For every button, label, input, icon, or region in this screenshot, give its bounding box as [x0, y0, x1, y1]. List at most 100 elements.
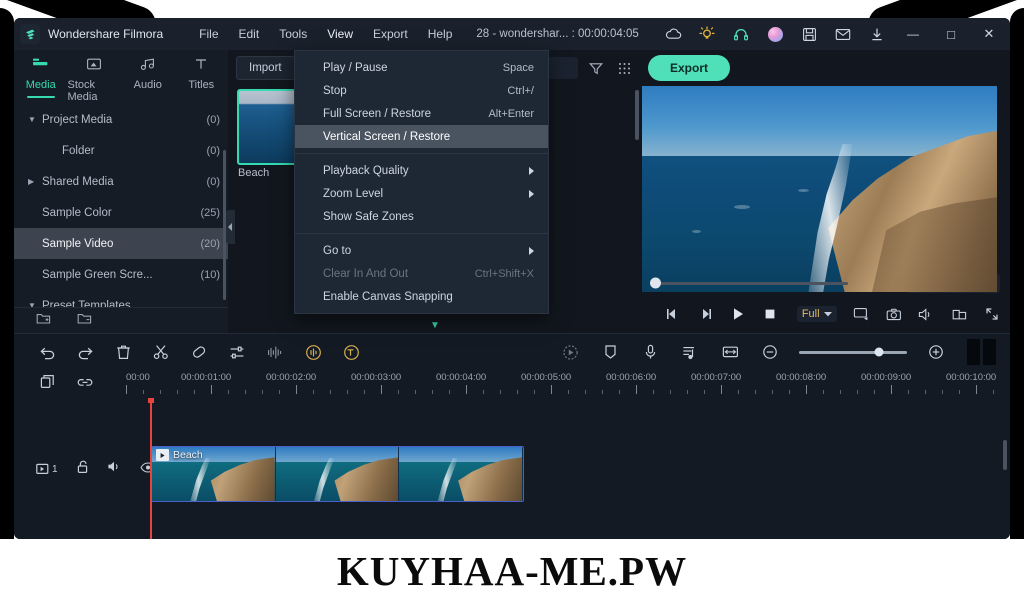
zoom-slider[interactable] — [799, 347, 907, 357]
tab-media[interactable]: Media — [14, 54, 68, 98]
headset-support-icon[interactable] — [724, 18, 758, 50]
menu-item-playback-quality[interactable]: Playback Quality — [295, 159, 548, 182]
close-button[interactable]: ✕ — [970, 18, 1008, 50]
playhead-knob[interactable] — [650, 277, 661, 289]
zoom-in-icon[interactable] — [917, 334, 955, 370]
tab-audio-label: Audio — [133, 79, 162, 91]
stop-button[interactable] — [762, 305, 779, 323]
play-button[interactable] — [729, 305, 746, 323]
pop-out-player-icon[interactable] — [951, 305, 968, 323]
link-clips-icon[interactable] — [77, 375, 93, 394]
audio-mixer-icon[interactable] — [671, 334, 709, 370]
auto-caption-icon[interactable] — [332, 334, 370, 370]
tree-item-sample-green-screen[interactable]: Sample Green Scre... (10) — [14, 259, 228, 290]
chevron-down-icon[interactable]: ▼ — [430, 320, 440, 331]
tree-item-project-media[interactable]: ▼ Project Media (0) — [14, 104, 228, 135]
tab-stock-media[interactable]: Stock Media — [68, 54, 122, 103]
menu-item-go-to[interactable]: Go to — [295, 239, 548, 262]
next-frame-button[interactable] — [697, 305, 714, 323]
marker-icon[interactable] — [591, 334, 629, 370]
remove-folder-icon[interactable] — [77, 312, 92, 330]
menu-item-vertical-screen-restore[interactable]: Vertical Screen / Restore — [295, 125, 548, 148]
ruler-label: 00:00:02:00 — [266, 372, 317, 383]
timeline-ruler-row: 00:00 00:00:01:00 00:00:02:00 00:00:03:0… — [14, 370, 1010, 398]
video-track-icon: 1 — [36, 463, 58, 475]
chevron-down-icon[interactable]: ▼ — [28, 301, 42, 307]
tree-item-folder[interactable]: Folder (0) — [14, 135, 228, 166]
undo-icon[interactable] — [28, 334, 66, 370]
speaker-icon[interactable] — [107, 460, 122, 478]
decorative-frame-left — [0, 8, 14, 568]
add-track-icon[interactable] — [40, 374, 55, 394]
zoom-out-icon[interactable] — [751, 334, 789, 370]
tree-item-shared-media[interactable]: ▶ Shared Media (0) — [14, 166, 228, 197]
export-button[interactable]: Export — [648, 55, 731, 81]
delete-icon[interactable] — [104, 334, 142, 370]
fullscreen-icon[interactable] — [983, 305, 1000, 323]
audio-waveform-icon[interactable] — [256, 334, 294, 370]
video-preview[interactable] — [642, 86, 997, 292]
maximize-button[interactable]: □ — [932, 18, 970, 50]
menu-edit[interactable]: Edit — [229, 21, 270, 47]
tab-audio[interactable]: Audio — [121, 54, 175, 98]
tree-item-sample-video[interactable]: Sample Video (20) — [14, 228, 228, 259]
screen-record-icon[interactable] — [853, 305, 870, 323]
snapshot-camera-icon[interactable] — [885, 305, 902, 323]
redo-icon[interactable] — [66, 334, 104, 370]
menu-item-show-safe-zones[interactable]: Show Safe Zones — [295, 205, 548, 228]
save-icon[interactable] — [792, 18, 826, 50]
volume-icon[interactable] — [918, 305, 935, 323]
video-clip-play-icon — [156, 449, 169, 461]
voiceover-mic-icon[interactable] — [631, 334, 669, 370]
tree-item-sample-color[interactable]: Sample Color (25) — [14, 197, 228, 228]
crop-mask-icon[interactable] — [180, 334, 218, 370]
tree-item-preset-templates[interactable]: ▼ Preset Templates — [14, 290, 228, 308]
filter-icon[interactable] — [586, 57, 606, 79]
lock-open-icon[interactable] — [76, 460, 89, 479]
grid-view-icon[interactable] — [614, 57, 634, 79]
timeline-clip-beach[interactable]: Beach — [151, 446, 524, 502]
ruler-label: 00:00:08:00 — [776, 372, 827, 383]
fit-timeline-icon[interactable] — [711, 334, 749, 370]
chevron-down-icon[interactable]: ▼ — [28, 115, 42, 124]
download-icon[interactable] — [860, 18, 894, 50]
previous-frame-button[interactable] — [664, 305, 681, 323]
auto-beat-sync-icon[interactable] — [294, 334, 332, 370]
browser-scrollbar[interactable] — [635, 90, 639, 140]
ruler-label: 00:00:01:00 — [181, 372, 232, 383]
music-note-icon — [140, 57, 156, 76]
mail-icon[interactable] — [826, 18, 860, 50]
minimize-button[interactable]: — — [894, 18, 932, 50]
ruler-label: 00:00:05:00 — [521, 372, 572, 383]
menu-item-label: Playback Quality — [323, 164, 409, 177]
panel-collapse-icon[interactable] — [226, 210, 235, 244]
playhead-slider[interactable] — [650, 277, 848, 289]
adjust-sliders-icon[interactable] — [218, 334, 256, 370]
menu-item-stop[interactable]: Stop Ctrl+/ — [295, 79, 548, 102]
menu-view[interactable]: View — [317, 21, 363, 47]
timeline-ruler[interactable]: 00:00 00:00:01:00 00:00:02:00 00:00:03:0… — [126, 370, 1010, 398]
user-avatar[interactable] — [758, 18, 792, 50]
menu-item-play-pause[interactable]: Play / Pause Space — [295, 56, 548, 79]
menu-item-full-screen-restore[interactable]: Full Screen / Restore Alt+Enter — [295, 102, 548, 125]
playback-quality-dropdown[interactable]: Full — [796, 306, 837, 322]
timeline-toolbar — [14, 334, 1010, 370]
lightbulb-icon[interactable] — [690, 18, 724, 50]
zoom-slider-knob[interactable] — [874, 347, 884, 357]
timeline-scrollbar[interactable] — [1003, 440, 1007, 470]
timeline-playhead[interactable] — [148, 398, 154, 539]
menu-help[interactable]: Help — [418, 21, 463, 47]
import-button[interactable]: Import — [236, 56, 295, 80]
menu-item-enable-canvas-snapping[interactable]: Enable Canvas Snapping — [295, 285, 548, 308]
menu-item-zoom-level[interactable]: Zoom Level — [295, 182, 548, 205]
menu-export[interactable]: Export — [363, 21, 418, 47]
new-folder-icon[interactable] — [36, 312, 51, 330]
chevron-right-icon[interactable]: ▶ — [28, 177, 42, 186]
menu-file[interactable]: File — [189, 21, 228, 47]
split-scissors-icon[interactable] — [142, 334, 180, 370]
render-preview-icon[interactable] — [551, 334, 589, 370]
split-view-toggle[interactable] — [967, 339, 996, 365]
cloud-icon[interactable] — [656, 18, 690, 50]
tab-titles[interactable]: Titles — [175, 54, 229, 98]
menu-tools[interactable]: Tools — [269, 21, 317, 47]
